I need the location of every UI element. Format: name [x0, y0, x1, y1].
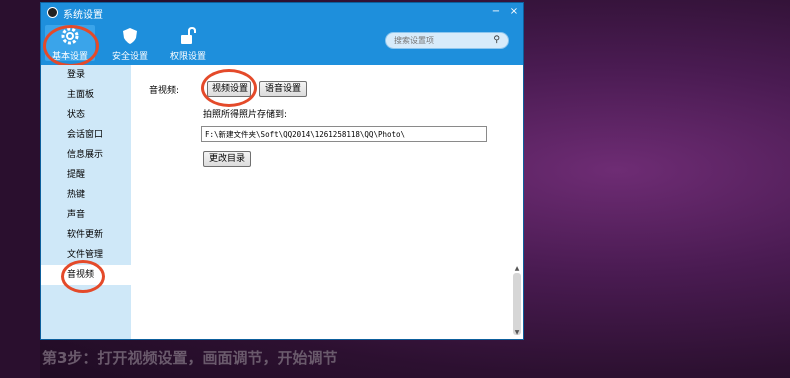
tab-security-settings[interactable]: 安全设置	[105, 25, 155, 62]
photo-save-label: 拍照所得照片存储到:	[203, 110, 288, 120]
search-box[interactable]: ⚲	[385, 32, 509, 49]
section-label-audio-video: 音视频:	[149, 86, 180, 96]
tab-permission-settings-label: 权限设置	[169, 52, 206, 62]
title-bar: 系统设置 − ×	[41, 3, 523, 23]
step-caption: 第3步：打开视频设置，画面调节，开始调节	[42, 349, 338, 367]
shield-icon	[123, 28, 137, 44]
sidebar-item-software-update[interactable]: 软件更新	[41, 225, 131, 245]
settings-window: 系统设置 − × 基本设置 安全设置 权限设置 ⚲ 登录 主面板 状态 会话窗口…	[40, 2, 524, 340]
scroll-up-arrow[interactable]: ▲	[512, 265, 522, 273]
highlight-ring-video-settings	[201, 69, 257, 107]
qq-logo-icon	[47, 7, 58, 18]
highlight-ring-basic-tab	[43, 25, 99, 67]
sidebar-item-info-display[interactable]: 信息展示	[41, 145, 131, 165]
settings-content: 音视频: 视频设置 语音设置 拍照所得照片存储到: 更改目录 ▲ ▼	[131, 65, 523, 339]
sidebar-item-sound[interactable]: 声音	[41, 205, 131, 225]
search-input[interactable]	[394, 34, 486, 47]
tab-permission-settings[interactable]: 权限设置	[163, 25, 213, 62]
sidebar-item-reminders[interactable]: 提醒	[41, 165, 131, 185]
search-icon[interactable]: ⚲	[493, 35, 500, 45]
tab-security-settings-label: 安全设置	[111, 52, 148, 62]
sidebar-item-hotkeys[interactable]: 热键	[41, 185, 131, 205]
background-panel	[0, 0, 40, 378]
scroll-down-arrow[interactable]: ▼	[512, 329, 522, 337]
sidebar-item-login[interactable]: 登录	[41, 65, 131, 85]
sidebar-item-status[interactable]: 状态	[41, 105, 131, 125]
photo-path-field[interactable]	[201, 126, 487, 142]
sidebar-item-main-panel[interactable]: 主面板	[41, 85, 131, 105]
sidebar-item-chat-window[interactable]: 会话窗口	[41, 125, 131, 145]
scrollbar-thumb[interactable]	[513, 273, 521, 335]
window-title: 系统设置	[63, 10, 103, 21]
close-button[interactable]: ×	[507, 5, 521, 18]
minimize-button[interactable]: −	[489, 5, 503, 18]
change-directory-button[interactable]: 更改目录	[203, 151, 251, 167]
sidebar: 登录 主面板 状态 会话窗口 信息展示 提醒 热键 声音 软件更新 文件管理 音…	[41, 65, 131, 339]
audio-settings-button[interactable]: 语音设置	[259, 81, 307, 97]
unlock-icon	[181, 26, 196, 44]
highlight-ring-audio-video	[61, 260, 105, 293]
